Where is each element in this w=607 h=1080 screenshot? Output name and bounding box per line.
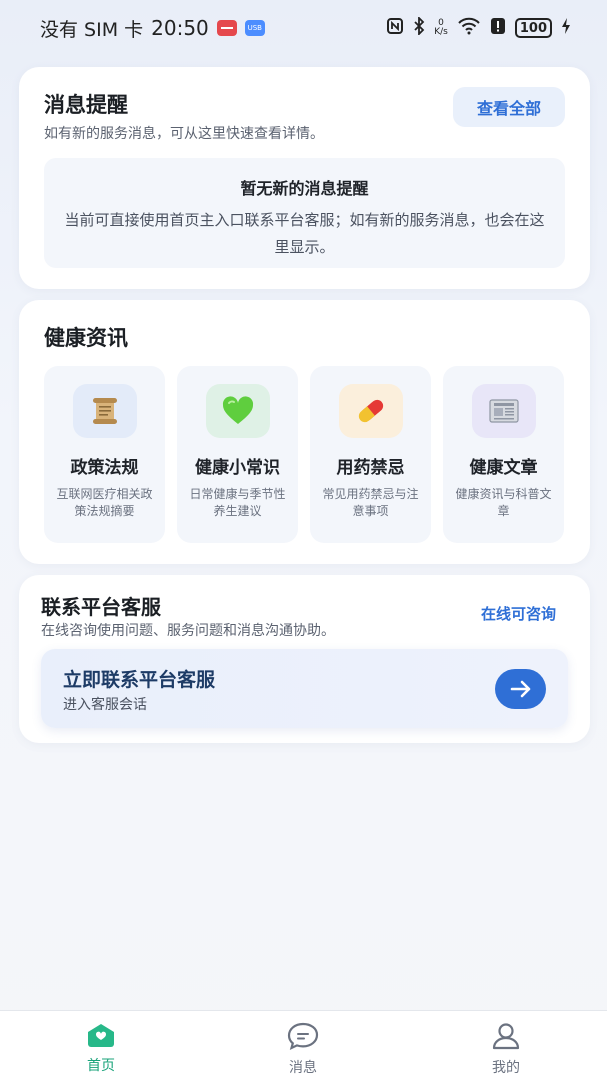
notice-card: 消息提醒 如有新的服务消息，可从这里快速查看详情。 查看全部 暂无新的消息提醒 … (19, 67, 590, 289)
contact-title: 立即联系平台客服 (63, 669, 216, 691)
scroll-icon (72, 384, 137, 438)
service-subtitle: 在线咨询使用问题、服务问题和消息沟通协助。 (41, 623, 335, 639)
tile-health-articles-name: 健康文章 (469, 458, 538, 478)
nav-home-label: 首页 (87, 1058, 115, 1074)
contact-service-button[interactable]: 立即联系平台客服 进入客服会话 (41, 649, 568, 728)
alert-icon (490, 17, 506, 39)
nav-messages-label: 消息 (289, 1060, 317, 1076)
tile-health-articles[interactable]: 健康文章 健康资讯与科普文章 (443, 366, 564, 543)
notice-title: 消息提醒 (44, 93, 128, 117)
usb-icon: USB (244, 20, 265, 36)
status-right: 0 K/s 100 (386, 15, 571, 39)
notice-subtitle: 如有新的服务消息，可从这里快速查看详情。 (44, 126, 324, 142)
status-left: 没有 SIM 卡 20:50 USB (40, 15, 265, 42)
nfc-icon (386, 17, 404, 39)
arrow-right-icon[interactable] (495, 669, 546, 709)
net-speed-unit: K/s (434, 27, 448, 37)
charging-icon (561, 17, 571, 39)
tile-health-tips-desc: 日常健康与季节性养生建议 (189, 487, 286, 518)
view-all-button[interactable]: 查看全部 (453, 87, 565, 127)
wifi-icon (457, 17, 481, 39)
tile-drug-taboo[interactable]: 用药禁忌 常见用药禁忌与注意事项 (310, 366, 431, 543)
battery-indicator: 100 (514, 18, 552, 38)
nav-profile[interactable]: 我的 (466, 1021, 546, 1077)
tile-policy[interactable]: 政策法规 互联网医疗相关政策法规摘要 (44, 366, 165, 543)
service-card: 联系平台客服 在线咨询使用问题、服务问题和消息沟通协助。 在线可咨询 立即联系平… (19, 575, 590, 743)
net-speed: 0 K/s (434, 19, 448, 37)
notification-icon (216, 20, 237, 36)
health-card: 健康资讯 政策法规 互联网医疗相关政策法规摘要 健康小常识 日常健康与季节性养生… (19, 300, 590, 564)
profile-icon (466, 1021, 546, 1055)
tile-drug-taboo-desc: 常见用药禁忌与注意事项 (322, 487, 419, 518)
tile-health-articles-desc: 健康资讯与科普文章 (455, 487, 552, 518)
nav-profile-label: 我的 (492, 1060, 520, 1076)
tile-drug-taboo-name: 用药禁忌 (336, 458, 405, 478)
empty-notice-box: 暂无新的消息提醒 当前可直接使用首页主入口联系平台客服；如有新的服务消息，也会在… (44, 158, 565, 268)
contact-subtitle: 进入客服会话 (63, 697, 147, 713)
health-title: 健康资讯 (44, 326, 128, 350)
status-bar: 没有 SIM 卡 20:50 USB 0 K/s 100 (0, 0, 607, 56)
clock-text: 20:50 (151, 16, 209, 40)
usb-icon-label: USB (247, 24, 262, 32)
newspaper-icon (471, 384, 536, 438)
empty-notice-desc: 当前可直接使用首页主入口联系平台客服；如有新的服务消息，也会在这里显示。 (64, 211, 545, 256)
tile-policy-name: 政策法规 (70, 458, 139, 478)
empty-notice-title: 暂无新的消息提醒 (240, 179, 369, 198)
tile-health-tips-name: 健康小常识 (195, 458, 280, 478)
service-title: 联系平台客服 (41, 595, 161, 619)
tile-policy-desc: 互联网医疗相关政策法规摘要 (56, 487, 153, 518)
bluetooth-icon (413, 15, 425, 39)
carrier-text: 没有 SIM 卡 (40, 18, 144, 41)
tile-health-tips[interactable]: 健康小常识 日常健康与季节性养生建议 (177, 366, 298, 543)
nav-messages[interactable]: 消息 (263, 1021, 343, 1077)
home-icon (61, 1021, 141, 1053)
pill-icon (338, 384, 403, 438)
heart-icon (205, 384, 270, 438)
bottom-nav: 首页 消息 我的 (0, 1010, 607, 1080)
online-status-label: 在线可咨询 (480, 605, 556, 623)
message-icon (263, 1021, 343, 1055)
nav-home[interactable]: 首页 (61, 1021, 141, 1075)
